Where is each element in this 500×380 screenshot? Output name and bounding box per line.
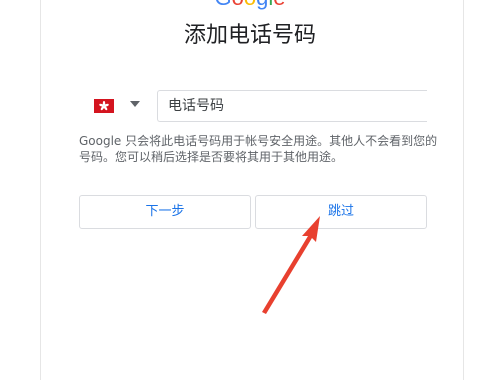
logo-letter: e [273, 0, 285, 9]
country-selector[interactable] [88, 96, 148, 118]
card-border-right [463, 0, 464, 380]
privacy-note: Google 只会将此电话号码用于帐号安全用途。其他人不会看到您的号码。您可以稍… [79, 134, 438, 164]
hong-kong-flag-icon [94, 99, 114, 113]
logo-letter: G [214, 0, 231, 9]
google-logo: Google [0, 0, 500, 9]
phone-number-input[interactable] [157, 90, 427, 122]
logo-letter: o [244, 0, 256, 9]
dropdown-caret-icon [130, 101, 140, 107]
logo-letter: o [232, 0, 244, 9]
page-title: 添加电话号码 [183, 23, 316, 48]
signup-page: Google 添加电话号码 Google 只会将此电话号码用于帐号安全用途。其他… [0, 0, 500, 380]
next-button[interactable]: 下一步 [79, 195, 251, 229]
card-border-left [40, 0, 41, 380]
logo-letter: g [256, 0, 268, 9]
red-arrow-annotation [262, 216, 320, 314]
